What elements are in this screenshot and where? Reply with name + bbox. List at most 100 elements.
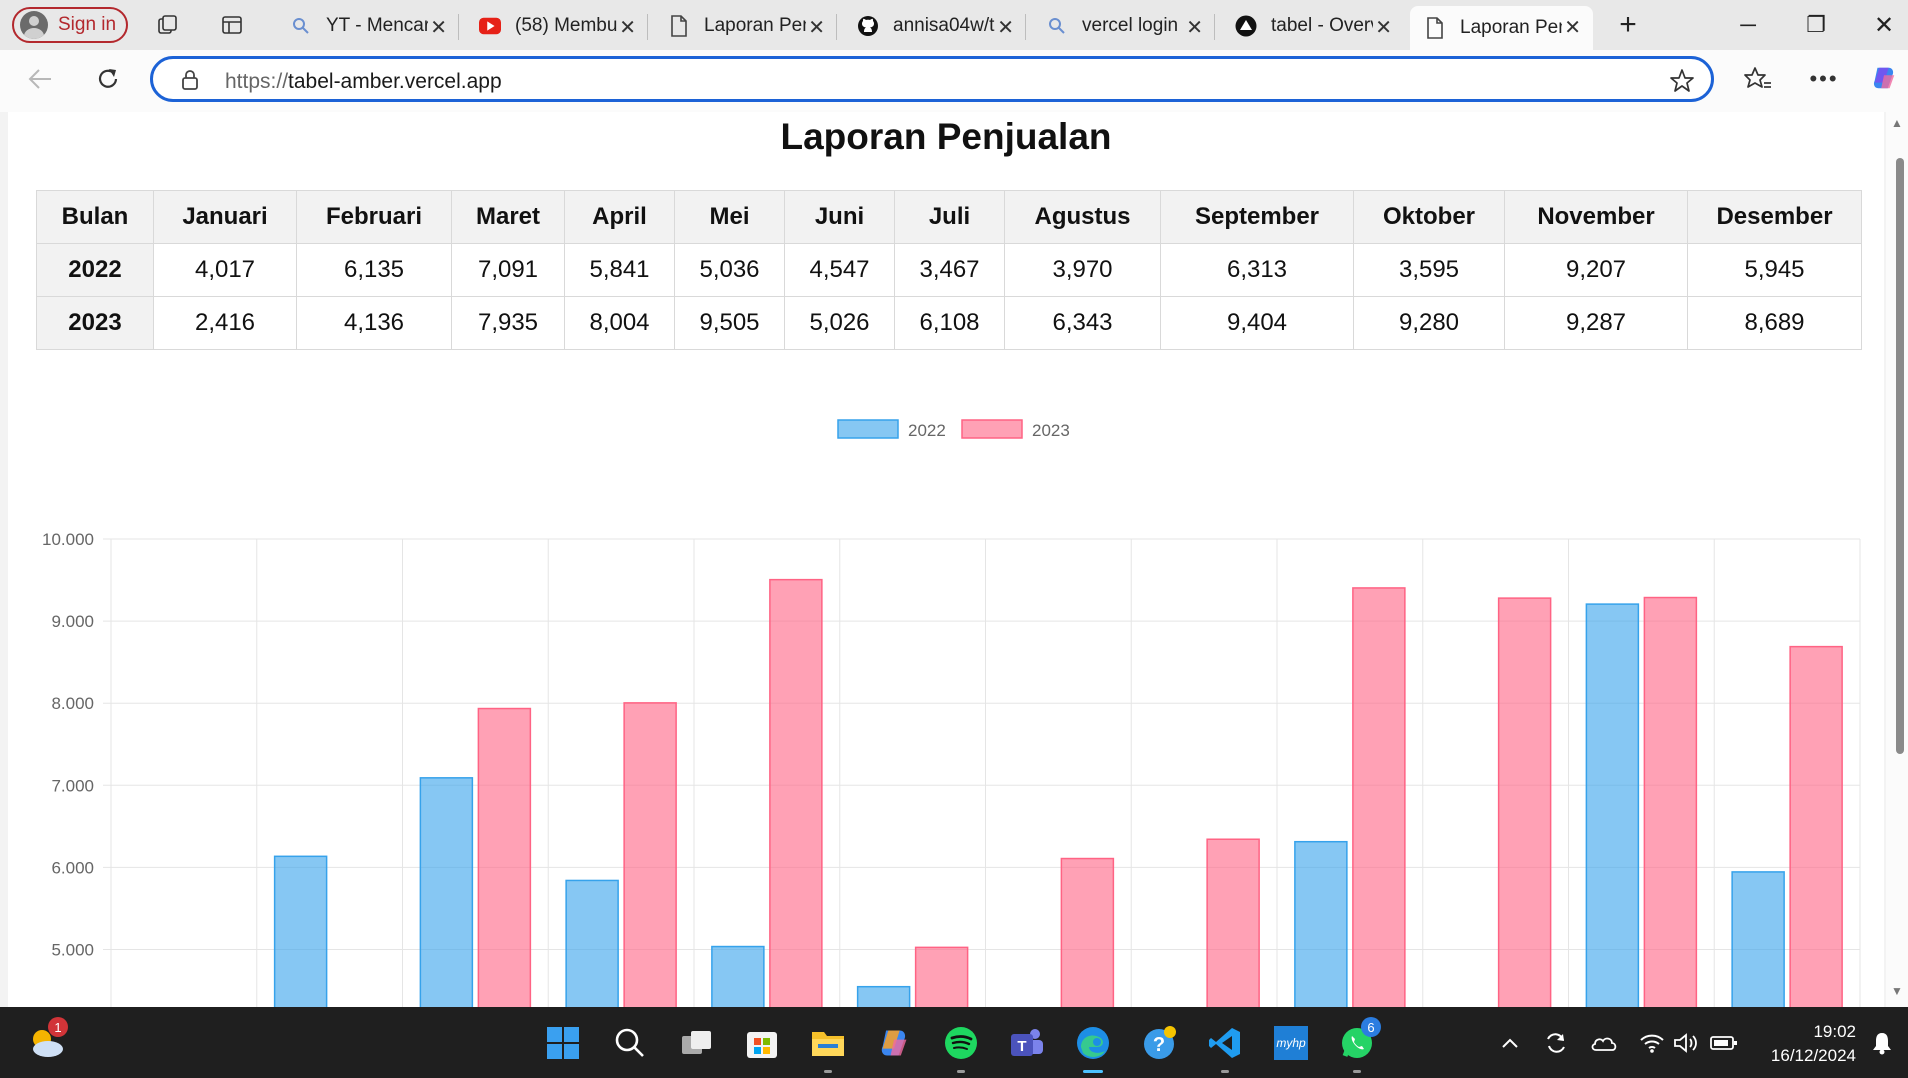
- tab-vercel-login[interactable]: vercel login ✕: [1032, 6, 1215, 46]
- table-cell: 9,287: [1504, 296, 1688, 350]
- bar-2023-agustus[interactable]: [1206, 838, 1260, 1007]
- show-hidden-icons-icon[interactable]: [1490, 1023, 1530, 1063]
- restore-icon[interactable]: ❐: [1796, 8, 1836, 42]
- sign-in-button[interactable]: Sign in: [12, 7, 128, 43]
- header-bulan: Bulan: [36, 190, 154, 244]
- myhp-label: myhp: [1274, 1026, 1308, 1060]
- scroll-down-arrow-icon[interactable]: ▼: [1891, 984, 1903, 998]
- url-text[interactable]: https://tabel-amber.vercel.app: [225, 70, 502, 94]
- close-tab-icon[interactable]: ✕: [997, 15, 1014, 40]
- windows-taskbar: 1 T ? myhp 6 19:02 16/12/2024: [0, 1007, 1908, 1078]
- bar-2022-februari[interactable]: [273, 855, 328, 1007]
- close-window-icon[interactable]: ✕: [1864, 8, 1904, 42]
- vscode-icon[interactable]: [1205, 1023, 1245, 1073]
- task-view-icon[interactable]: [677, 1023, 717, 1063]
- search-icon[interactable]: [610, 1023, 650, 1063]
- bar-2023-november[interactable]: [1643, 596, 1698, 1007]
- bar-2023-juli[interactable]: [1060, 857, 1115, 1007]
- tab-laporan-1[interactable]: Laporan Penjualan ✕: [654, 6, 837, 46]
- browser-nav-bar: https://tabel-amber.vercel.app •••: [0, 50, 1908, 112]
- legend-swatch-2023[interactable]: [961, 419, 1023, 439]
- legend-swatch-2022[interactable]: [837, 419, 899, 439]
- table-cell: 4,017: [153, 243, 297, 297]
- scroll-up-arrow-icon[interactable]: ▲: [1891, 116, 1903, 130]
- bar-2022-maret[interactable]: [419, 777, 474, 1007]
- bar-2022-april[interactable]: [565, 879, 619, 1007]
- tab-youtube[interactable]: (58) Membuat ✕: [465, 6, 648, 46]
- tab-label: vercel login: [1082, 15, 1179, 36]
- help-icon[interactable]: ?: [1140, 1023, 1180, 1063]
- bar-2023-april[interactable]: [623, 702, 677, 1007]
- notification-bell-icon[interactable]: [1862, 1023, 1902, 1063]
- myhp-icon[interactable]: myhp: [1271, 1023, 1311, 1063]
- tab-yt-search[interactable]: YT - Mencari ✕: [276, 6, 459, 46]
- edge-browser-icon[interactable]: [1073, 1023, 1113, 1073]
- legend-label-2023[interactable]: 2023: [1032, 421, 1070, 440]
- table-cell: 8,004: [564, 296, 675, 350]
- address-bar[interactable]: https://tabel-amber.vercel.app: [150, 56, 1714, 102]
- windows-start-icon[interactable]: [543, 1023, 583, 1063]
- workspaces-icon[interactable]: [154, 11, 182, 39]
- table-cell: 6,135: [296, 243, 452, 297]
- header-month: Oktober: [1353, 190, 1505, 244]
- bar-2022-november[interactable]: [1585, 603, 1640, 1007]
- weather-icon[interactable]: 1: [26, 1017, 68, 1063]
- more-menu-icon[interactable]: •••: [1809, 65, 1838, 93]
- bar-2023-oktober[interactable]: [1497, 597, 1552, 1007]
- copilot-taskbar-icon[interactable]: [874, 1023, 914, 1063]
- tab-laporan-active[interactable]: Laporan Penjualan ✕: [1410, 6, 1593, 50]
- close-tab-icon[interactable]: ✕: [808, 15, 825, 40]
- tab-github[interactable]: annisa04w/tabel ✕: [843, 6, 1026, 46]
- clock-date: 16/12/2024: [1770, 1046, 1856, 1065]
- favorite-star-icon[interactable]: [1669, 68, 1695, 99]
- bar-2023-desember[interactable]: [1789, 645, 1843, 1007]
- profile-avatar-icon: [20, 11, 48, 39]
- file-explorer-icon[interactable]: [808, 1023, 848, 1073]
- sync-icon[interactable]: [1536, 1023, 1576, 1063]
- refresh-icon[interactable]: [94, 65, 122, 93]
- table-cell: 3,595: [1353, 243, 1505, 297]
- close-tab-icon[interactable]: ✕: [430, 15, 447, 40]
- spotify-icon[interactable]: [941, 1023, 981, 1073]
- tab-vercel-overview[interactable]: tabel - Overview ✕: [1221, 6, 1404, 46]
- battery-icon[interactable]: [1704, 1023, 1744, 1063]
- table-cell: 5,026: [784, 296, 895, 350]
- header-month: Juni: [784, 190, 895, 244]
- bar-2023-mei[interactable]: [769, 578, 823, 1007]
- whatsapp-icon[interactable]: 6: [1337, 1017, 1381, 1073]
- bar-2023-maret[interactable]: [477, 707, 532, 1007]
- bar-2022-juni[interactable]: [856, 985, 911, 1007]
- copilot-icon[interactable]: [1870, 64, 1898, 92]
- back-arrow-icon[interactable]: [26, 65, 54, 93]
- bar-2022-september[interactable]: [1294, 840, 1348, 1007]
- minimize-icon[interactable]: ─: [1728, 8, 1768, 42]
- page-icon: [1424, 17, 1446, 39]
- bar-2023-september[interactable]: [1352, 587, 1406, 1007]
- close-tab-icon[interactable]: ✕: [1186, 15, 1203, 40]
- vertical-tabs-icon[interactable]: [218, 11, 246, 39]
- close-tab-icon[interactable]: ✕: [1375, 15, 1392, 40]
- favorites-icon[interactable]: [1744, 65, 1772, 93]
- microsoft-store-icon[interactable]: [742, 1023, 782, 1063]
- table-cell: 6,343: [1004, 296, 1161, 350]
- bar-2022-desember[interactable]: [1731, 871, 1785, 1007]
- system-clock[interactable]: 19:02 16/12/2024: [1771, 1020, 1856, 1068]
- chart-legend[interactable]: 2022 2023: [837, 419, 1070, 440]
- tab-label: tabel - Overview: [1271, 15, 1373, 36]
- tab-label: YT - Mencari: [326, 15, 428, 36]
- y-tick-label: 10.000: [42, 530, 94, 549]
- tab-label: (58) Membuat: [515, 15, 617, 36]
- new-tab-button[interactable]: +: [1608, 8, 1648, 42]
- bar-2022-mei[interactable]: [711, 945, 765, 1007]
- scrollbar-thumb[interactable]: [1896, 158, 1904, 754]
- onedrive-icon[interactable]: [1584, 1023, 1624, 1063]
- table-cell: 5,841: [564, 243, 675, 297]
- bar-2023-juni[interactable]: [914, 946, 969, 1007]
- teams-icon[interactable]: T: [1007, 1023, 1047, 1063]
- y-tick-label: 6.000: [51, 858, 94, 877]
- close-tab-icon[interactable]: ✕: [1564, 15, 1581, 40]
- close-tab-icon[interactable]: ✕: [619, 15, 636, 40]
- volume-icon[interactable]: [1666, 1023, 1706, 1063]
- lock-icon[interactable]: [181, 69, 199, 96]
- legend-label-2022[interactable]: 2022: [908, 421, 946, 440]
